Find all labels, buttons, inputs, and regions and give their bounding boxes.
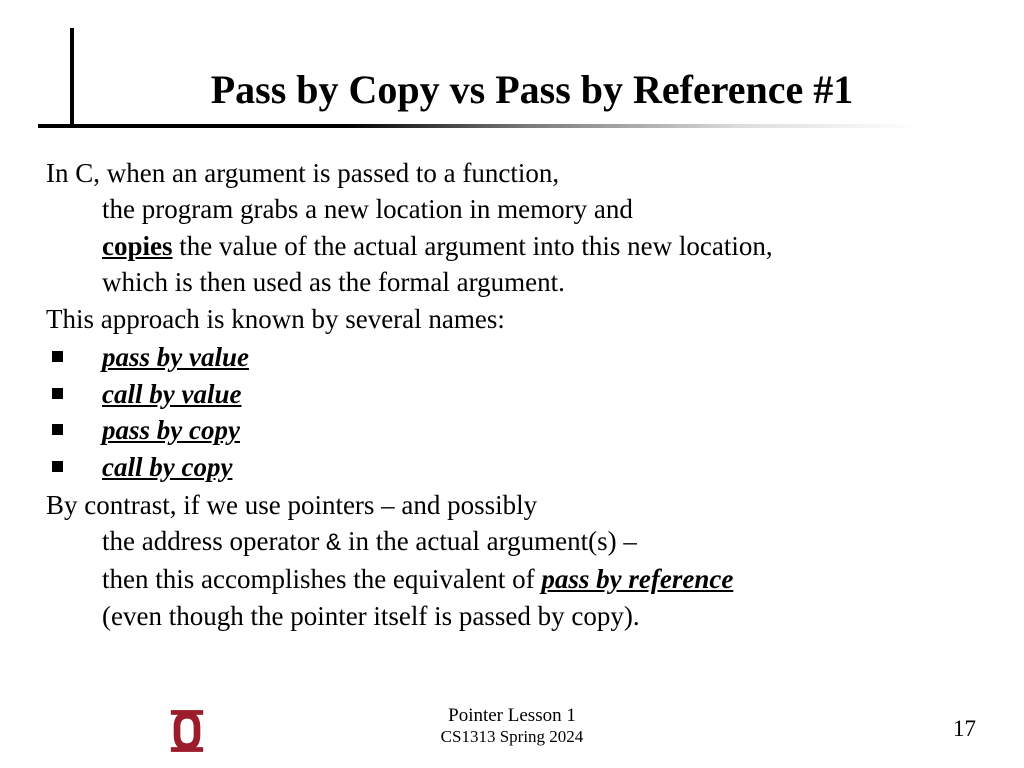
page-number: 17 [953, 716, 976, 742]
slide: Pass by Copy vs Pass by Reference #1 In … [0, 0, 1024, 768]
p3-line4: (even though the pointer itself is passe… [102, 601, 640, 631]
p1-copies-word: copies [102, 231, 173, 261]
p1-line4: which is then used as the formal argumen… [102, 267, 565, 297]
slide-title: Pass by Copy vs Pass by Reference #1 [100, 66, 964, 113]
p3-line3-pre: then this accomplishes the equivalent of [102, 564, 541, 594]
paragraph-3: By contrast, if we use pointers – and po… [46, 487, 966, 634]
list-item: pass by value [46, 339, 966, 375]
ampersand-operator: & [326, 529, 341, 558]
p3-line1: By contrast, if we use pointers – and po… [46, 490, 537, 520]
p3-line2-pre: the address operator [102, 526, 326, 556]
names-list: pass by value call by value pass by copy… [46, 339, 966, 485]
slide-body: In C, when an argument is passed to a fu… [46, 155, 966, 634]
list-item-label: call by copy [102, 452, 232, 482]
p3-line2-post: in the actual argument(s) – [348, 526, 637, 556]
list-item-label: pass by copy [102, 415, 240, 445]
paragraph-2: This approach is known by several names: [46, 301, 966, 337]
slide-footer: Pointer Lesson 1 CS1313 Spring 2024 [0, 702, 1024, 750]
list-item: call by copy [46, 449, 966, 485]
footer-center: Pointer Lesson 1 CS1313 Spring 2024 [441, 705, 584, 746]
paragraph-1: In C, when an argument is passed to a fu… [46, 155, 966, 301]
p1-line1: In C, when an argument is passed to a fu… [46, 158, 559, 188]
list-item: call by value [46, 376, 966, 412]
p1-line2: the program grabs a new location in memo… [102, 194, 633, 224]
header-horizontal-rule [38, 124, 918, 128]
p1-line3-post: the value of the actual argument into th… [173, 231, 773, 261]
list-item: pass by copy [46, 412, 966, 448]
list-item-label: pass by value [102, 342, 249, 372]
list-item-label: call by value [102, 379, 241, 409]
footer-course: CS1313 Spring 2024 [441, 727, 584, 747]
header-vertical-rule [70, 28, 74, 128]
pass-by-reference-term: pass by reference [541, 564, 733, 594]
footer-lesson-title: Pointer Lesson 1 [441, 705, 584, 727]
